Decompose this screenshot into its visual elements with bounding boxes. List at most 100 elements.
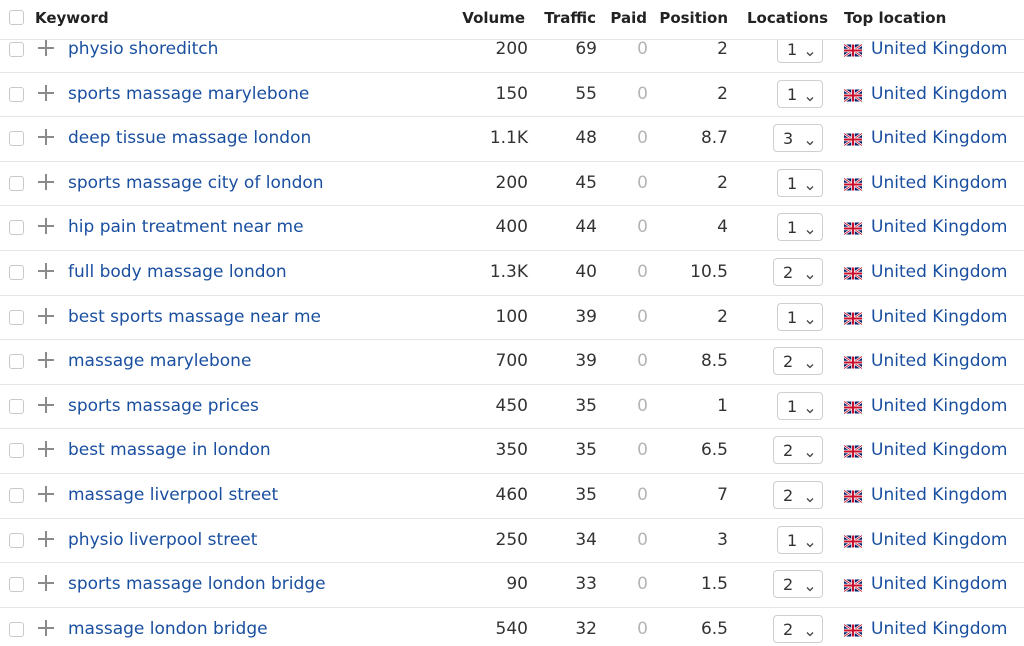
table-row: full body massage london 1.3K 40 0 10.5 2 Unit… bbox=[0, 251, 1024, 296]
table-row: sports massage city of london 200 45 0 2 1 Uni… bbox=[0, 162, 1024, 207]
plus-icon[interactable] bbox=[38, 40, 54, 56]
locations-dropdown[interactable]: 1 bbox=[777, 302, 823, 331]
column-header-volume[interactable]: Volume bbox=[462, 9, 525, 27]
row-checkbox[interactable] bbox=[9, 86, 24, 102]
traffic-value: 39 bbox=[575, 306, 597, 327]
keyword-link[interactable]: deep tissue massage london bbox=[68, 128, 311, 148]
row-checkbox[interactable] bbox=[9, 220, 24, 236]
keyword-link[interactable]: physio shoreditch bbox=[68, 39, 218, 59]
locations-dropdown[interactable]: 2 bbox=[773, 614, 823, 643]
locations-dropdown[interactable]: 1 bbox=[777, 213, 823, 242]
plus-icon[interactable] bbox=[38, 396, 54, 413]
top-location-link[interactable]: United Kingdom bbox=[871, 262, 1007, 282]
position-value: 7 bbox=[717, 484, 728, 505]
locations-dropdown[interactable]: 2 bbox=[773, 570, 823, 599]
chevron-down-icon bbox=[806, 221, 814, 235]
keyword-link[interactable]: massage london bridge bbox=[68, 619, 268, 639]
volume-value: 250 bbox=[495, 529, 528, 550]
locations-dropdown[interactable]: 2 bbox=[773, 257, 823, 286]
locations-count: 2 bbox=[783, 262, 794, 282]
row-checkbox[interactable] bbox=[9, 577, 24, 593]
column-header-top-location[interactable]: Top location bbox=[844, 9, 946, 27]
volume-value: 90 bbox=[506, 574, 528, 595]
position-value: 8.5 bbox=[700, 351, 728, 372]
top-location-link[interactable]: United Kingdom bbox=[871, 440, 1007, 460]
traffic-value: 35 bbox=[575, 440, 597, 461]
keyword-link[interactable]: massage liverpool street bbox=[68, 485, 278, 505]
row-checkbox[interactable] bbox=[9, 398, 24, 414]
top-location-link[interactable]: United Kingdom bbox=[871, 173, 1007, 193]
top-location-link[interactable]: United Kingdom bbox=[871, 84, 1007, 104]
keyword-link[interactable]: best sports massage near me bbox=[68, 307, 321, 327]
top-location-link[interactable]: United Kingdom bbox=[871, 39, 1007, 59]
top-location-link[interactable]: United Kingdom bbox=[871, 574, 1007, 594]
locations-dropdown[interactable]: 1 bbox=[777, 525, 823, 554]
locations-dropdown[interactable]: 2 bbox=[773, 347, 823, 376]
plus-icon[interactable] bbox=[38, 129, 54, 146]
locations-dropdown[interactable]: 3 bbox=[773, 124, 823, 153]
traffic-value: 48 bbox=[575, 128, 597, 149]
top-location-link[interactable]: United Kingdom bbox=[871, 128, 1007, 148]
keyword-link[interactable]: physio liverpool street bbox=[68, 530, 257, 550]
row-checkbox[interactable] bbox=[9, 42, 24, 57]
plus-icon[interactable] bbox=[38, 218, 54, 235]
row-checkbox[interactable] bbox=[9, 487, 24, 503]
plus-icon[interactable] bbox=[38, 262, 54, 279]
row-checkbox[interactable] bbox=[9, 354, 24, 370]
keyword-link[interactable]: sports massage marylebone bbox=[68, 84, 309, 104]
top-location-link[interactable]: United Kingdom bbox=[871, 396, 1007, 416]
column-header-position[interactable]: Position bbox=[659, 9, 728, 27]
plus-icon[interactable] bbox=[38, 173, 54, 190]
keyword-link[interactable]: sports massage prices bbox=[68, 396, 259, 416]
traffic-value: 69 bbox=[575, 39, 597, 59]
plus-icon[interactable] bbox=[38, 485, 54, 502]
locations-count: 2 bbox=[783, 485, 794, 505]
locations-dropdown[interactable]: 2 bbox=[773, 480, 823, 509]
row-checkbox[interactable] bbox=[9, 264, 24, 280]
top-location-link[interactable]: United Kingdom bbox=[871, 307, 1007, 327]
locations-dropdown[interactable]: 2 bbox=[773, 436, 823, 465]
table-row: physio liverpool street 250 34 0 3 1 United Ki… bbox=[0, 519, 1024, 564]
plus-icon[interactable] bbox=[38, 352, 54, 369]
top-location-link[interactable]: United Kingdom bbox=[871, 619, 1007, 639]
keyword-link[interactable]: full body massage london bbox=[68, 262, 287, 282]
keyword-link[interactable]: best massage in london bbox=[68, 440, 271, 460]
row-checkbox[interactable] bbox=[9, 175, 24, 191]
locations-count: 2 bbox=[783, 352, 794, 372]
paid-value: 0 bbox=[637, 128, 648, 149]
traffic-value: 33 bbox=[575, 574, 597, 595]
uk-flag-icon bbox=[843, 354, 863, 370]
row-checkbox[interactable] bbox=[9, 131, 24, 147]
paid-value: 0 bbox=[637, 217, 648, 238]
column-header-keyword[interactable]: Keyword bbox=[35, 9, 109, 27]
top-location-link[interactable]: United Kingdom bbox=[871, 485, 1007, 505]
plus-icon[interactable] bbox=[38, 619, 54, 636]
top-location-link[interactable]: United Kingdom bbox=[871, 217, 1007, 237]
plus-icon[interactable] bbox=[38, 307, 54, 324]
keyword-link[interactable]: sports massage london bridge bbox=[68, 574, 326, 594]
row-checkbox[interactable] bbox=[9, 309, 24, 325]
plus-icon[interactable] bbox=[38, 441, 54, 458]
paid-value: 0 bbox=[637, 351, 648, 372]
locations-count: 1 bbox=[787, 173, 798, 193]
column-header-paid[interactable]: Paid bbox=[610, 9, 647, 27]
column-header-locations[interactable]: Locations bbox=[747, 9, 828, 27]
row-checkbox[interactable] bbox=[9, 443, 24, 459]
column-header-traffic[interactable]: Traffic bbox=[544, 9, 596, 27]
keyword-link[interactable]: massage marylebone bbox=[68, 351, 251, 371]
plus-icon[interactable] bbox=[38, 530, 54, 547]
keyword-link[interactable]: hip pain treatment near me bbox=[68, 217, 304, 237]
top-location-link[interactable]: United Kingdom bbox=[871, 351, 1007, 371]
top-location-link[interactable]: United Kingdom bbox=[871, 530, 1007, 550]
locations-dropdown[interactable]: 1 bbox=[777, 79, 823, 108]
locations-count: 1 bbox=[787, 396, 798, 416]
select-all-checkbox[interactable] bbox=[9, 10, 24, 25]
row-checkbox[interactable] bbox=[9, 621, 24, 637]
keyword-link[interactable]: sports massage city of london bbox=[68, 173, 324, 193]
locations-dropdown[interactable]: 1 bbox=[777, 391, 823, 420]
chevron-down-icon bbox=[806, 132, 814, 146]
locations-dropdown[interactable]: 1 bbox=[777, 168, 823, 197]
row-checkbox[interactable] bbox=[9, 532, 24, 548]
plus-icon[interactable] bbox=[38, 84, 54, 101]
plus-icon[interactable] bbox=[38, 575, 54, 592]
